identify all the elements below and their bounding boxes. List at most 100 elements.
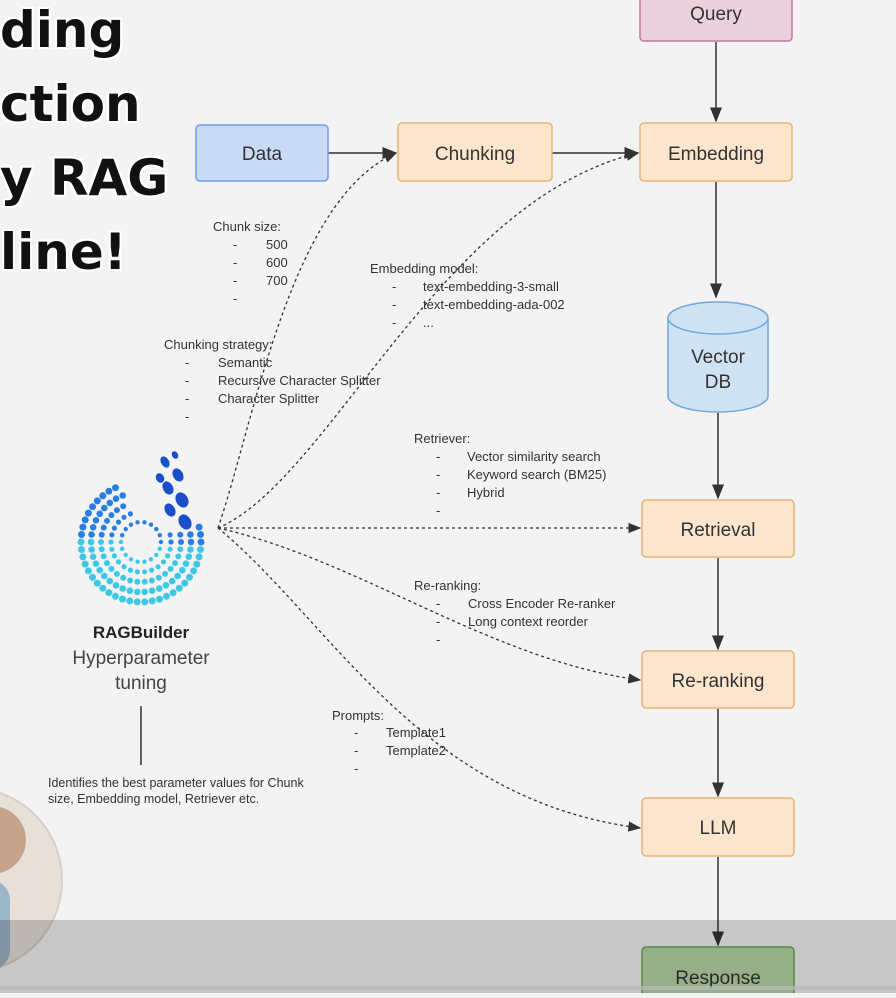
logo-dot bbox=[197, 531, 204, 538]
logo-dot bbox=[81, 516, 89, 524]
logo-dot bbox=[155, 564, 161, 570]
logo-dot bbox=[190, 567, 198, 575]
logo-dot bbox=[88, 531, 95, 538]
logo-dot bbox=[100, 524, 107, 531]
logo-blob bbox=[175, 492, 189, 508]
logo-dot bbox=[197, 546, 204, 553]
note-retriever: Retriever: - Vector similarity search - Ke… bbox=[414, 431, 606, 518]
logo-dot bbox=[154, 552, 159, 558]
logo-dot bbox=[133, 598, 141, 606]
logo-dot bbox=[109, 532, 115, 538]
svg-text:-: - bbox=[354, 743, 358, 758]
video-progress-track[interactable] bbox=[0, 986, 896, 990]
logo-dot bbox=[120, 574, 127, 581]
logo-dot bbox=[178, 539, 184, 545]
logo-dot bbox=[78, 546, 85, 553]
logo-dot bbox=[123, 526, 128, 532]
logo-dot bbox=[108, 565, 115, 572]
svg-text:-: - bbox=[436, 467, 440, 482]
logo-dot bbox=[134, 588, 141, 596]
title-line-2: ction bbox=[0, 75, 141, 133]
logo-dot bbox=[168, 539, 174, 545]
svg-text:-: - bbox=[392, 279, 396, 294]
svg-text:Long context reorder: Long context reorder bbox=[468, 614, 589, 629]
logo-dot bbox=[134, 569, 140, 575]
logo-dot bbox=[120, 546, 125, 551]
svg-text:Chunking: Chunking bbox=[435, 144, 515, 165]
logo-dot bbox=[126, 587, 134, 594]
node-retrieval: Retrieval bbox=[641, 499, 795, 558]
logo-dot bbox=[172, 560, 178, 567]
logo-dot bbox=[148, 587, 156, 594]
title-line-1: ding bbox=[0, 1, 125, 59]
logo-dot bbox=[104, 560, 110, 567]
logo-dot bbox=[163, 592, 170, 600]
logo-blob bbox=[172, 468, 184, 482]
logo-dot bbox=[92, 560, 100, 567]
logo-dot bbox=[111, 553, 117, 559]
svg-text:-: - bbox=[233, 255, 237, 270]
svg-text:LLM: LLM bbox=[700, 818, 737, 839]
node-chunking: Chunking bbox=[397, 122, 553, 182]
svg-text:Embedding model:: Embedding model: bbox=[370, 261, 478, 276]
svg-text:-: - bbox=[354, 761, 358, 776]
svg-text:500: 500 bbox=[266, 237, 288, 252]
logo-dot bbox=[106, 577, 114, 585]
svg-text:Re-ranking:: Re-ranking: bbox=[414, 578, 481, 593]
logo-dot bbox=[127, 511, 133, 517]
logo-dot bbox=[99, 584, 107, 592]
logo-dot bbox=[193, 560, 201, 568]
logo-dot bbox=[179, 566, 186, 574]
svg-text:-: - bbox=[233, 273, 237, 288]
node-query: Query bbox=[639, 0, 793, 42]
logo-dot bbox=[141, 598, 149, 606]
caption-text: Identifies the best parameter values for… bbox=[48, 776, 304, 807]
logo-blob bbox=[178, 514, 192, 530]
logo-dot bbox=[79, 523, 87, 531]
logo-dot bbox=[88, 546, 95, 553]
logo-dot bbox=[158, 539, 164, 545]
logo-dot bbox=[109, 546, 115, 552]
svg-text:Vector: Vector bbox=[691, 347, 746, 368]
svg-text:Chunk size:: Chunk size: bbox=[213, 219, 281, 234]
svg-text:700: 700 bbox=[266, 273, 288, 288]
svg-text:-: - bbox=[185, 373, 189, 388]
logo-dot bbox=[113, 570, 120, 577]
logo-dot bbox=[112, 592, 119, 600]
logo-dot bbox=[93, 579, 101, 587]
logo-dot bbox=[98, 546, 105, 553]
logo-dot bbox=[167, 565, 174, 572]
logo-dot bbox=[148, 522, 154, 527]
svg-text:600: 600 bbox=[266, 255, 288, 270]
logo-dot bbox=[175, 553, 182, 560]
logo-dot bbox=[105, 487, 113, 495]
svg-text:-: - bbox=[185, 355, 189, 370]
logo-blob bbox=[164, 503, 176, 517]
logo-dot bbox=[112, 484, 119, 492]
logo-dot bbox=[104, 517, 110, 524]
logo-dot bbox=[93, 497, 101, 505]
note-chunk-size: Chunk size: - 500 - 600 - 700 - bbox=[213, 219, 288, 306]
svg-text:-: - bbox=[436, 614, 440, 629]
svg-text:text-embedding-ada-002: text-embedding-ada-002 bbox=[423, 297, 565, 312]
logo-dot bbox=[167, 532, 173, 538]
svg-text:Query: Query bbox=[690, 4, 742, 25]
svg-text:Cross Encoder Re-ranker: Cross Encoder Re-ranker bbox=[468, 596, 616, 611]
logo-dot bbox=[84, 567, 92, 575]
note-chunking-strategy: Chunking strategy: - Semantic - Recursive … bbox=[164, 337, 381, 424]
svg-text:Embedding: Embedding bbox=[668, 144, 764, 165]
brand-subtitle-1: Hyperparameter bbox=[72, 648, 210, 669]
logo-dot bbox=[154, 526, 159, 532]
svg-text:-: - bbox=[354, 725, 358, 740]
logo-dot bbox=[120, 533, 125, 538]
svg-text:Semantic: Semantic bbox=[218, 355, 273, 370]
logo-dot bbox=[84, 509, 92, 517]
logo-dot bbox=[78, 531, 85, 538]
logo-dot bbox=[185, 553, 193, 560]
logo-dot bbox=[77, 538, 85, 546]
logo-dot bbox=[134, 578, 141, 585]
logo-dot bbox=[175, 584, 183, 592]
logo-dot bbox=[81, 560, 89, 568]
logo-dot bbox=[119, 492, 126, 499]
svg-text:-: - bbox=[436, 485, 440, 500]
